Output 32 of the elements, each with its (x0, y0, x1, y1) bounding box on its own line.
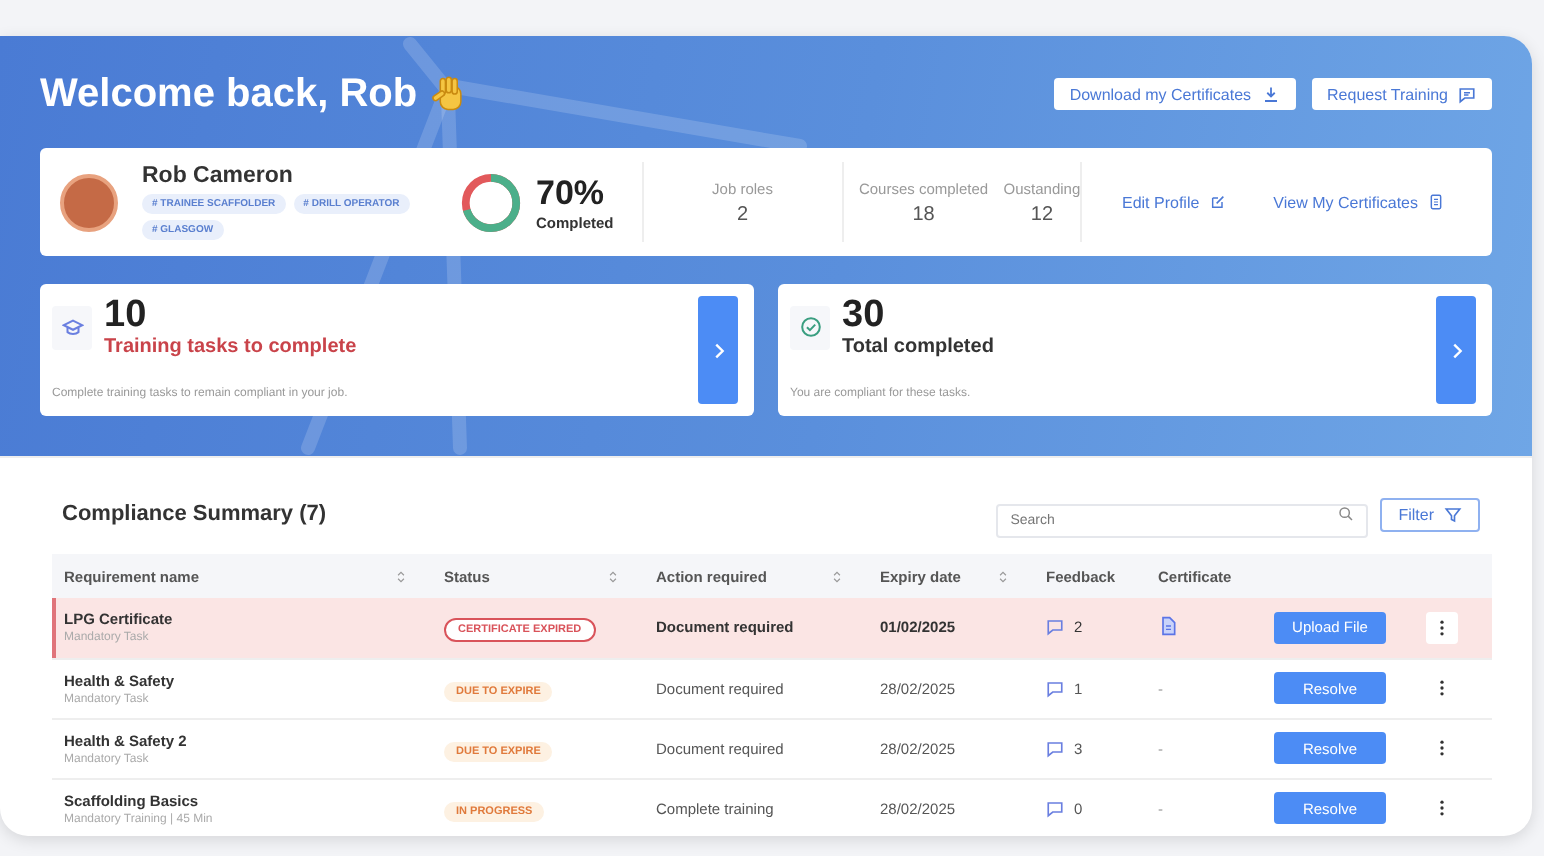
progress-value: 70% (536, 173, 607, 213)
comment-icon (1046, 618, 1064, 637)
card-title: Training tasks to complete (104, 336, 357, 358)
comment-icon (1046, 739, 1064, 757)
task-count: 10 (104, 296, 149, 336)
filter-button[interactable]: Filter (1380, 497, 1480, 531)
download-icon (1261, 85, 1280, 103)
profile-link[interactable]: View My Certificates (1273, 193, 1444, 211)
filter-icon (1444, 505, 1462, 523)
header-button[interactable]: Request Training (1311, 78, 1492, 110)
search-icon (1338, 506, 1355, 522)
message-icon (1458, 85, 1476, 103)
section-title: Compliance Summary (7) (60, 502, 329, 526)
stat-value: 18 (910, 203, 937, 225)
welcome-title: Welcome back, Rob (40, 71, 418, 117)
header-button[interactable]: Download my Certificates (1053, 78, 1296, 110)
more-button[interactable] (1426, 611, 1458, 644)
stat-value: 12 (1028, 203, 1056, 225)
edit-icon (1209, 194, 1226, 210)
avatar (60, 173, 118, 231)
profile-link[interactable]: Edit Profile (1121, 193, 1226, 211)
check-circle-icon (799, 316, 821, 338)
stat-value: 2 (734, 203, 751, 225)
comment-icon (1046, 679, 1064, 697)
document-icon (1158, 615, 1178, 636)
waving-hand-icon (429, 76, 466, 112)
comment-icon (1046, 799, 1064, 817)
profile-name: Rob Cameron (142, 164, 295, 188)
document-icon (1428, 194, 1444, 210)
card-title: Total completed (842, 336, 994, 358)
task-count: 30 (842, 296, 887, 336)
graduation-cap-icon (61, 316, 83, 338)
